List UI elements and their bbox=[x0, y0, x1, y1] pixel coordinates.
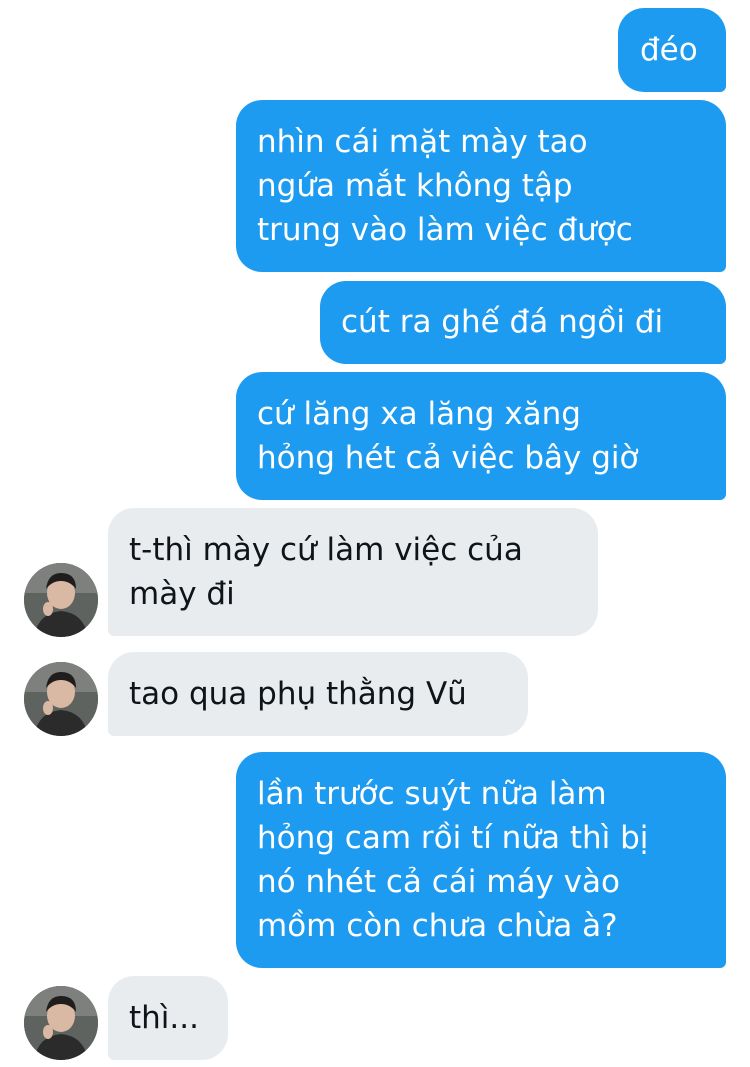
message-bubble[interactable]: cút ra ghế đá ngồi đi bbox=[320, 281, 726, 364]
message-text: cứ lăng xa lăng xăng hỏng hét cả việc bâ… bbox=[257, 396, 639, 476]
message-bubble[interactable]: cứ lăng xa lăng xăng hỏng hét cả việc bâ… bbox=[236, 372, 726, 500]
message-bubble[interactable]: lần trước suýt nữa làm hỏng cam rồi tí n… bbox=[236, 752, 726, 968]
message-text: t-thì mày cứ làm việc của mày đi bbox=[129, 532, 523, 612]
message-text: đéo bbox=[640, 32, 698, 68]
message-bubble[interactable]: đéo bbox=[618, 8, 726, 92]
message-bubble[interactable]: nhìn cái mặt mày tao ngứa mắt không tập … bbox=[236, 100, 726, 272]
message-text: thì... bbox=[129, 1000, 199, 1036]
message-bubble[interactable]: thì... bbox=[108, 976, 228, 1060]
contact-avatar[interactable] bbox=[24, 986, 98, 1060]
message-thread: đéo nhìn cái mặt mày tao ngứa mắt không … bbox=[0, 0, 750, 1067]
message-bubble[interactable]: tao qua phụ thằng Vũ bbox=[108, 652, 528, 736]
message-text: lần trước suýt nữa làm hỏng cam rồi tí n… bbox=[257, 776, 649, 944]
message-text: tao qua phụ thằng Vũ bbox=[129, 676, 467, 712]
user-avatar-icon bbox=[24, 662, 98, 736]
user-avatar-icon bbox=[24, 986, 98, 1060]
contact-avatar[interactable] bbox=[24, 662, 98, 736]
message-bubble[interactable]: t-thì mày cứ làm việc của mày đi bbox=[108, 508, 598, 636]
user-avatar-icon bbox=[24, 563, 98, 637]
contact-avatar[interactable] bbox=[24, 563, 98, 637]
message-text: cút ra ghế đá ngồi đi bbox=[341, 304, 664, 340]
message-text: nhìn cái mặt mày tao ngứa mắt không tập … bbox=[257, 124, 633, 248]
